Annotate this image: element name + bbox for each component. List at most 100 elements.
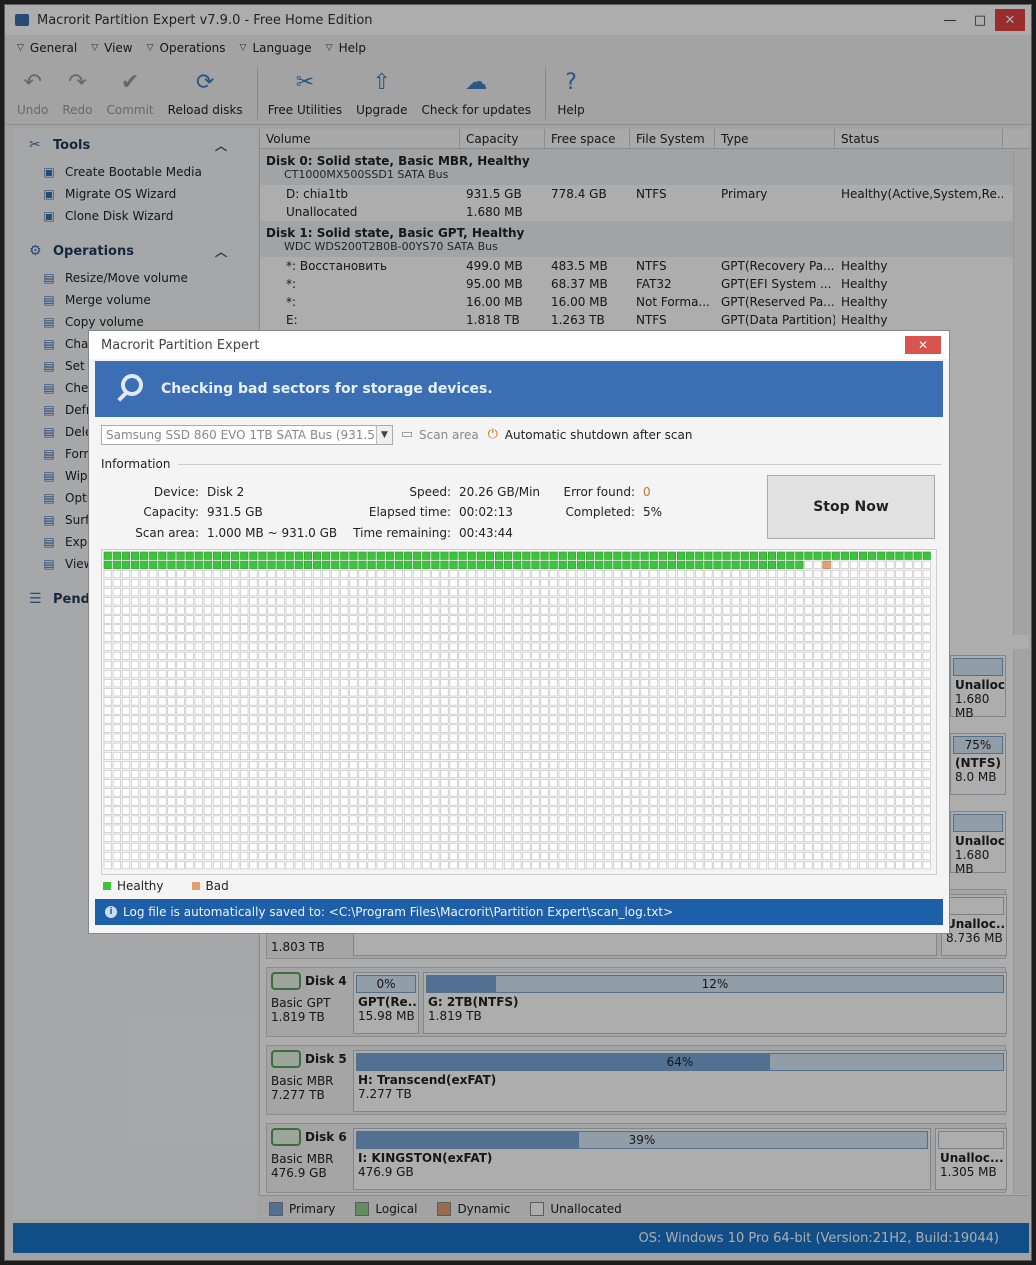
- sector-cell: [358, 670, 367, 679]
- sector-cell: [795, 724, 804, 733]
- sector-cell: [294, 633, 303, 642]
- dialog-close-button[interactable]: ✕: [905, 336, 941, 354]
- sector-cell: [385, 551, 394, 560]
- sector-cell: [504, 824, 513, 833]
- sector-cell: [358, 578, 367, 588]
- sector-cell: [140, 560, 149, 569]
- sector-cell: [203, 724, 212, 733]
- sector-cell: [222, 770, 231, 779]
- sector-cell: [804, 742, 813, 751]
- sector-cell: [494, 633, 504, 642]
- device-select-value: Samsung SSD 860 EVO 1TB SATA Bus (931.5 …: [106, 428, 393, 442]
- sector-cell: [831, 706, 840, 715]
- sector-cell: [777, 597, 786, 606]
- sector-cell: [112, 615, 121, 624]
- sector-cell: [868, 861, 877, 870]
- sector-cell: [913, 842, 922, 852]
- sector-cell: [349, 597, 358, 606]
- sector-cell: [576, 569, 586, 579]
- sector-cell: [249, 733, 258, 742]
- sector-cell: [240, 715, 249, 724]
- sector-cell: [403, 797, 413, 806]
- sector-cell: [140, 797, 149, 806]
- sector-cell: [322, 679, 331, 688]
- sector-cell: [667, 624, 677, 633]
- sector-cell: [203, 670, 212, 679]
- sector-cell: [904, 824, 913, 833]
- sector-cell: [422, 624, 431, 633]
- sector-cell: [868, 724, 877, 733]
- sector-cell: [367, 842, 376, 852]
- sector-cell: [786, 578, 795, 588]
- sector-cell: [240, 660, 249, 669]
- sector-cell: [649, 779, 658, 788]
- sector-cell: [604, 551, 613, 560]
- sector-cell: [467, 569, 476, 579]
- sector-cell: [622, 588, 631, 597]
- sector-cell: [440, 824, 449, 833]
- sector-cell: [358, 651, 367, 660]
- sector-cell: [731, 615, 740, 624]
- sector-cell: [504, 642, 513, 651]
- sector-cell: [649, 861, 658, 870]
- sector-cell: [613, 751, 622, 760]
- sector-cell: [313, 833, 322, 842]
- sector-cell: [276, 615, 285, 624]
- sector-cell: [686, 569, 695, 579]
- sector-cell: [649, 833, 658, 842]
- sector-cell: [167, 815, 176, 824]
- sector-cell: [849, 606, 859, 615]
- sector-cell: [777, 779, 786, 788]
- sector-cell: [858, 806, 868, 815]
- device-select[interactable]: Samsung SSD 860 EVO 1TB SATA Bus (931.5 …: [101, 425, 393, 445]
- sector-cell: [440, 761, 449, 770]
- sector-cell: [349, 779, 358, 788]
- sector-cell: [121, 679, 131, 688]
- sector-cell: [367, 824, 376, 833]
- sector-cell: [667, 733, 677, 742]
- sector-cell: [604, 606, 613, 615]
- sector-cell: [112, 751, 121, 760]
- stop-now-button[interactable]: Stop Now: [767, 475, 935, 539]
- sector-cell: [686, 560, 695, 569]
- sector-cell: [904, 569, 913, 579]
- sector-cell: [704, 733, 713, 742]
- sector-cell: [922, 551, 931, 560]
- sector-cell: [667, 797, 677, 806]
- sector-cell: [804, 606, 813, 615]
- sector-cell: [294, 788, 303, 797]
- sector-cell: [422, 824, 431, 833]
- sector-cell: [886, 824, 895, 833]
- sector-cell: [704, 770, 713, 779]
- sector-cell: [658, 761, 667, 770]
- scan-area-option[interactable]: ▭ Scan area: [399, 427, 479, 443]
- sector-cell: [267, 551, 276, 560]
- sector-cell: [340, 751, 349, 760]
- sector-cell: [767, 779, 777, 788]
- sector-cell: [831, 833, 840, 842]
- sector-cell: [868, 751, 877, 760]
- sector-cell: [740, 779, 749, 788]
- sector-cell: [449, 751, 458, 760]
- sector-cell: [158, 697, 167, 706]
- sector-cell: [658, 651, 667, 660]
- sector-cell: [831, 824, 840, 833]
- sector-cell: [640, 797, 649, 806]
- sector-cell: [777, 770, 786, 779]
- sector-cell: [813, 651, 822, 660]
- sector-cell: [140, 679, 149, 688]
- sector-cell: [358, 597, 367, 606]
- sector-cell: [558, 624, 567, 633]
- sector-cell: [476, 578, 485, 588]
- sector-cell: [476, 742, 485, 751]
- sector-cell: [740, 679, 749, 688]
- sector-cell: [868, 606, 877, 615]
- sector-cell: [576, 842, 586, 852]
- sector-cell: [922, 815, 931, 824]
- sector-cell: [449, 670, 458, 679]
- sector-cell: [640, 751, 649, 760]
- auto-shutdown-option[interactable]: ⏻ Automatic shutdown after scan: [485, 427, 693, 443]
- sector-cell: [777, 560, 786, 569]
- sector-cell: [667, 761, 677, 770]
- sector-cell: [522, 815, 531, 824]
